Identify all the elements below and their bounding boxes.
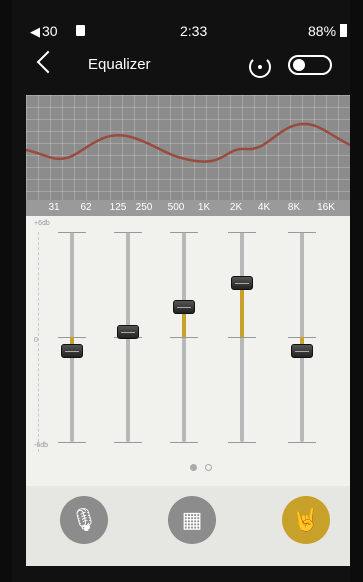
preset-bar: 🎙 ▦ 🤘 bbox=[26, 486, 350, 566]
slider-fill bbox=[240, 282, 244, 337]
slider-tick bbox=[170, 232, 198, 233]
frequency-label: 8K bbox=[287, 202, 301, 213]
microphone-icon: 🎙 bbox=[70, 507, 98, 532]
slider-handle[interactable] bbox=[61, 344, 83, 358]
back-button[interactable] bbox=[36, 50, 60, 74]
frequency-label: 2K bbox=[229, 202, 243, 213]
frequency-label: 500 bbox=[167, 202, 185, 213]
frequency-label: 4K bbox=[257, 202, 271, 213]
page-dot[interactable] bbox=[205, 464, 212, 471]
slider-handle[interactable] bbox=[173, 300, 195, 315]
slider-tick bbox=[228, 337, 256, 338]
equalizer-icon: ▦ bbox=[181, 507, 203, 532]
slider-tick bbox=[58, 232, 86, 233]
frequency-label: 62 bbox=[80, 202, 92, 213]
page-dot[interactable] bbox=[190, 464, 197, 471]
slider-tick bbox=[114, 442, 142, 443]
equalizer-toggle[interactable] bbox=[288, 55, 332, 75]
eq-curve-display bbox=[26, 95, 350, 200]
axis-bottom-label: -6db bbox=[34, 442, 49, 449]
preset-button[interactable]: 🎙 bbox=[60, 496, 108, 544]
slider-tick bbox=[170, 337, 198, 338]
reset-icon bbox=[258, 65, 262, 69]
sd-card-icon bbox=[76, 25, 85, 36]
eq-band-slider[interactable] bbox=[222, 216, 262, 486]
volume-icon: ◀ bbox=[30, 24, 40, 39]
rock-hand-icon: 🤘 bbox=[292, 507, 320, 532]
slider-tick bbox=[288, 232, 316, 233]
battery-percent: 88% bbox=[308, 23, 337, 39]
clock: 2:33 bbox=[180, 23, 208, 39]
axis-line bbox=[38, 232, 40, 452]
frequency-label: 16K bbox=[317, 202, 335, 213]
toggle-knob bbox=[293, 59, 305, 71]
eq-band-slider[interactable] bbox=[52, 216, 92, 486]
eq-band-slider[interactable] bbox=[108, 216, 148, 486]
slider-panel: +6db 0 -6db bbox=[26, 216, 350, 486]
frequency-label: 250 bbox=[135, 202, 153, 213]
battery-icon bbox=[340, 24, 347, 37]
slider-tick bbox=[114, 232, 142, 233]
slider-tick bbox=[170, 442, 198, 443]
volume-value: 30 bbox=[42, 23, 58, 39]
slider-tick bbox=[288, 442, 316, 443]
eq-curve bbox=[26, 122, 350, 163]
slider-tick bbox=[58, 442, 86, 443]
slider-tick bbox=[228, 232, 256, 233]
reset-button[interactable] bbox=[249, 56, 271, 78]
frequency-label: 31 bbox=[48, 202, 60, 213]
preset-button[interactable]: ▦ bbox=[168, 496, 216, 544]
frequency-labels: 31 62 125 250 500 1K 2K 4K 8K 16K bbox=[26, 200, 350, 216]
frequency-label: 125 bbox=[109, 202, 127, 213]
axis-top-label: +6db bbox=[34, 220, 50, 227]
slider-handle[interactable] bbox=[117, 324, 139, 339]
frequency-label: 1K bbox=[197, 202, 211, 213]
page-indicator bbox=[186, 458, 216, 476]
preset-button[interactable]: 🤘 bbox=[282, 496, 330, 544]
slider-handle[interactable] bbox=[231, 275, 253, 290]
page-title: Equalizer bbox=[88, 56, 151, 73]
slider-handle[interactable] bbox=[291, 344, 313, 358]
equalizer-screen: ◀ 30 2:33 88% Equalizer 31 62 125 250 500 1K 2… bbox=[12, 0, 350, 582]
slider-tick bbox=[228, 442, 256, 443]
eq-band-slider[interactable] bbox=[282, 216, 322, 486]
app-header: Equalizer bbox=[12, 42, 350, 88]
status-bar: ◀ 30 2:33 88% bbox=[12, 0, 350, 39]
eq-band-slider[interactable] bbox=[164, 216, 204, 486]
